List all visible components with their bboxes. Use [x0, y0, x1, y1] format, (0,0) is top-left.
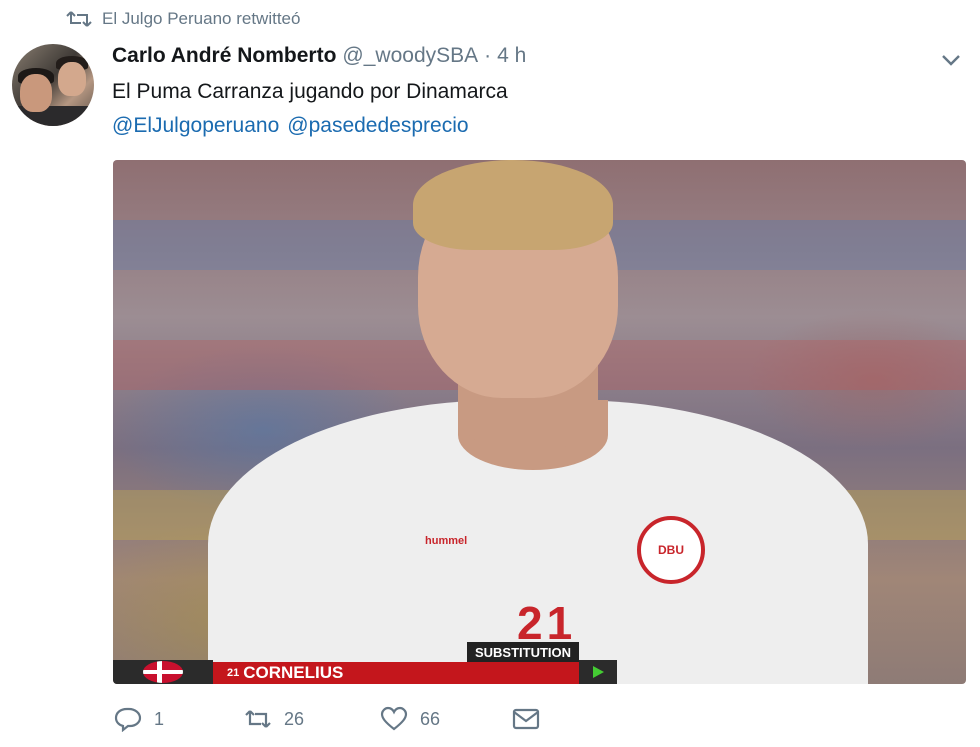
direct-message-button[interactable]: [512, 706, 540, 732]
separator: ·: [484, 44, 492, 67]
retweet-icon: [245, 710, 271, 728]
denmark-flag-icon: [143, 661, 183, 683]
retweet-count: 26: [284, 708, 305, 729]
overlay-name-bar: 21 CORNELIUS: [213, 662, 579, 684]
like-button[interactable]: 66: [380, 706, 512, 732]
overlay-player-name: CORNELIUS: [243, 663, 344, 682]
reply-count: 1: [154, 708, 165, 729]
reply-button[interactable]: 1: [114, 706, 244, 732]
brand-logo: hummel: [425, 535, 468, 547]
overlay-label: SUBSTITUTION: [467, 642, 579, 662]
retweet-context: El Julgo Peruano retwitteó: [66, 8, 300, 30]
retweet-button[interactable]: 26: [244, 706, 380, 732]
tweet-actions: 1 26 66: [114, 706, 540, 732]
retweet-icon: [66, 11, 92, 27]
substitution-overlay: SUBSTITUTION 21 CORNELIUS: [113, 642, 617, 684]
mention-link[interactable]: @pasededesprecio: [287, 114, 468, 138]
avatar[interactable]: [12, 44, 94, 126]
display-name[interactable]: Carlo André Nomberto: [112, 44, 336, 68]
team-crest: DBU: [637, 516, 705, 584]
retweet-context-text[interactable]: El Julgo Peruano retwitteó: [102, 9, 300, 29]
user-handle[interactable]: @_woodySBA: [342, 44, 478, 68]
tweet-text: El Puma Carranza jugando por Dinamarca: [112, 80, 508, 103]
like-count: 66: [420, 708, 441, 729]
tweet-header: Carlo André Nomberto @_woodySBA · 4 h: [112, 44, 526, 68]
mentions: @ElJulgoperuano @pasededesprecio: [112, 114, 469, 138]
play-arrow-icon: [593, 666, 604, 678]
overlay-player-number: 21: [227, 667, 240, 679]
tweet-media[interactable]: DBU hummel 21 SUBSTITUTION 21 CORNELIUS: [113, 160, 966, 684]
mention-link[interactable]: @ElJulgoperuano: [112, 114, 279, 138]
mail-icon: [512, 708, 540, 730]
chevron-down-icon[interactable]: [940, 52, 962, 68]
tweet-timestamp[interactable]: 4 h: [497, 44, 526, 68]
reply-icon: [114, 707, 142, 732]
heart-icon: [380, 706, 408, 731]
